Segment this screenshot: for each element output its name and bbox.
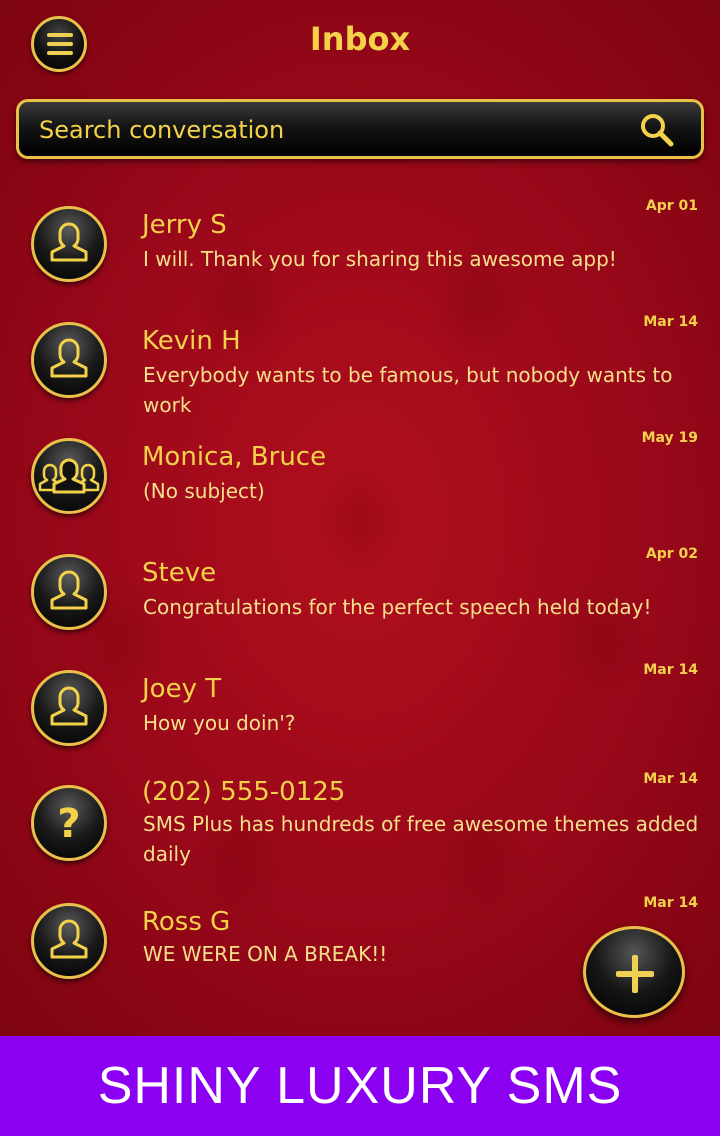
person-icon [31,322,107,398]
contact-name: Kevin H [142,326,241,356]
search-input[interactable] [37,110,621,150]
message-snippet: I will. Thank you for sharing this aweso… [143,247,617,271]
conversation-item[interactable]: Monica, Bruce (No subject) May 19 [0,422,720,538]
person-icon [31,903,107,979]
contact-name: (202) 555-0125 [142,777,346,807]
person-icon [31,670,107,746]
page-title: Inbox [309,20,411,58]
message-snippet: (No subject) [143,479,265,503]
message-date: Mar 14 [643,662,698,678]
contact-name: Steve [142,558,217,588]
contact-name: Jerry S [142,210,227,240]
message-date: Mar 14 [643,314,698,330]
promo-banner: SHINY LUXURY SMS [0,1036,720,1136]
conversation-item[interactable]: Kevin H Everybody wants to be famous, bu… [0,306,720,422]
message-date: May 19 [641,430,698,446]
message-snippet: Congratulations for the perfect speech h… [143,595,652,619]
inbox-screen: Inbox Jerry S I will. Thank you for shar… [0,0,720,1036]
group-icon [31,438,107,514]
conversation-item[interactable]: Joey T How you doin'? Mar 14 [0,654,720,770]
svg-text:?: ? [57,801,80,847]
message-snippet: How you doin'? [143,711,296,735]
plus-icon [632,955,638,993]
message-snippet: SMS Plus has hundreds of free awesome th… [143,812,699,866]
conversation-item[interactable]: Jerry S I will. Thank you for sharing th… [0,190,720,306]
unknown-contact-icon: ? [31,785,107,861]
message-date: Apr 02 [645,546,698,562]
contact-name: Ross G [142,907,231,937]
message-date: Mar 14 [643,771,698,787]
person-icon [31,554,107,630]
search-icon[interactable] [639,112,675,148]
new-message-button[interactable] [583,926,685,1018]
conversation-item[interactable]: Steve Congratulations for the perfect sp… [0,538,720,654]
contact-name: Joey T [142,674,222,704]
search-bar[interactable] [16,99,704,159]
banner-text: SHINY LUXURY SMS [97,1057,623,1115]
message-date: Mar 14 [643,895,698,911]
message-date: Apr 01 [645,198,698,214]
conversation-item[interactable]: ? (202) 555-0125 SMS Plus has hundreds o… [0,763,720,893]
contact-name: Monica, Bruce [142,442,327,472]
person-icon [31,206,107,282]
message-snippet: Everybody wants to be famous, but nobody… [143,363,673,417]
